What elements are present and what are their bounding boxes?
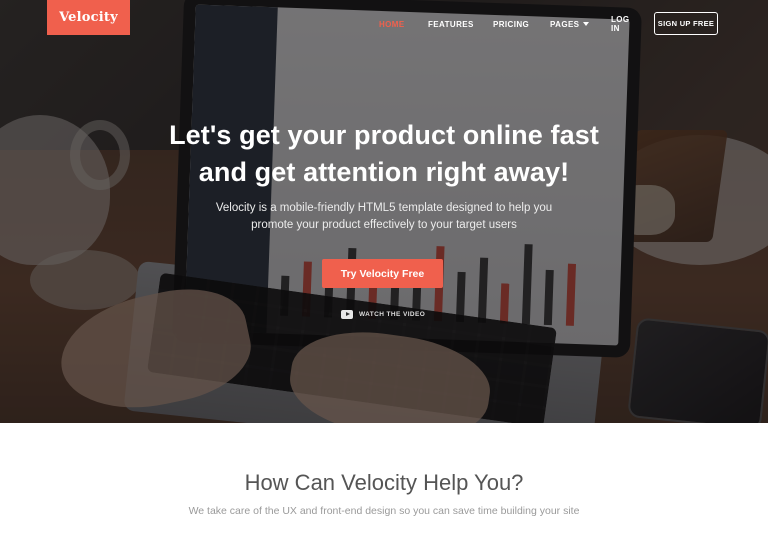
watch-video-link[interactable]: WATCH THE VIDEO [341, 308, 425, 320]
nav-item-features[interactable]: FEATURES [428, 12, 474, 36]
nav-item-login[interactable]: LOG IN [611, 12, 630, 36]
nav-link-pages-label: PAGES [550, 19, 580, 29]
hero-subline-line-1: Velocity is a mobile-friendly HTML5 temp… [215, 202, 553, 214]
watch-video-label: WATCH THE VIDEO [359, 310, 426, 318]
chevron-down-icon [583, 22, 590, 26]
brand-logo[interactable]: Velocity [47, 0, 130, 35]
hero-subline-line-2: promote your product effectively to your… [251, 219, 517, 231]
nav-link-pages[interactable]: PAGES [550, 19, 590, 29]
hero-headline-line-2: and get attention right away! [198, 157, 570, 187]
hero-subline: Velocity is a mobile-friendly HTML5 temp… [0, 200, 768, 234]
hero-headline: Let's get your product online fast and g… [0, 117, 768, 191]
try-free-button[interactable]: Try Velocity Free [322, 259, 443, 288]
nav-item-pricing[interactable]: PRICING [493, 12, 529, 36]
nav-link-features[interactable]: FEATURES [428, 20, 474, 29]
section-title: How Can Velocity Help You? [244, 470, 524, 495]
play-icon [341, 309, 353, 319]
nav-link-home[interactable]: HOME [379, 20, 405, 29]
section-subtitle: We take care of the UX and front-end des… [188, 505, 580, 517]
nav-item-pages[interactable]: PAGES [550, 12, 590, 36]
nav-item-home[interactable]: HOME [379, 12, 405, 36]
hero-headline-line-1: Let's get your product online fast [169, 120, 599, 150]
nav-link-pricing[interactable]: PRICING [493, 20, 529, 29]
signup-button[interactable]: SIGN UP FREE [654, 12, 718, 35]
nav-link-login[interactable]: LOG IN [611, 15, 630, 33]
